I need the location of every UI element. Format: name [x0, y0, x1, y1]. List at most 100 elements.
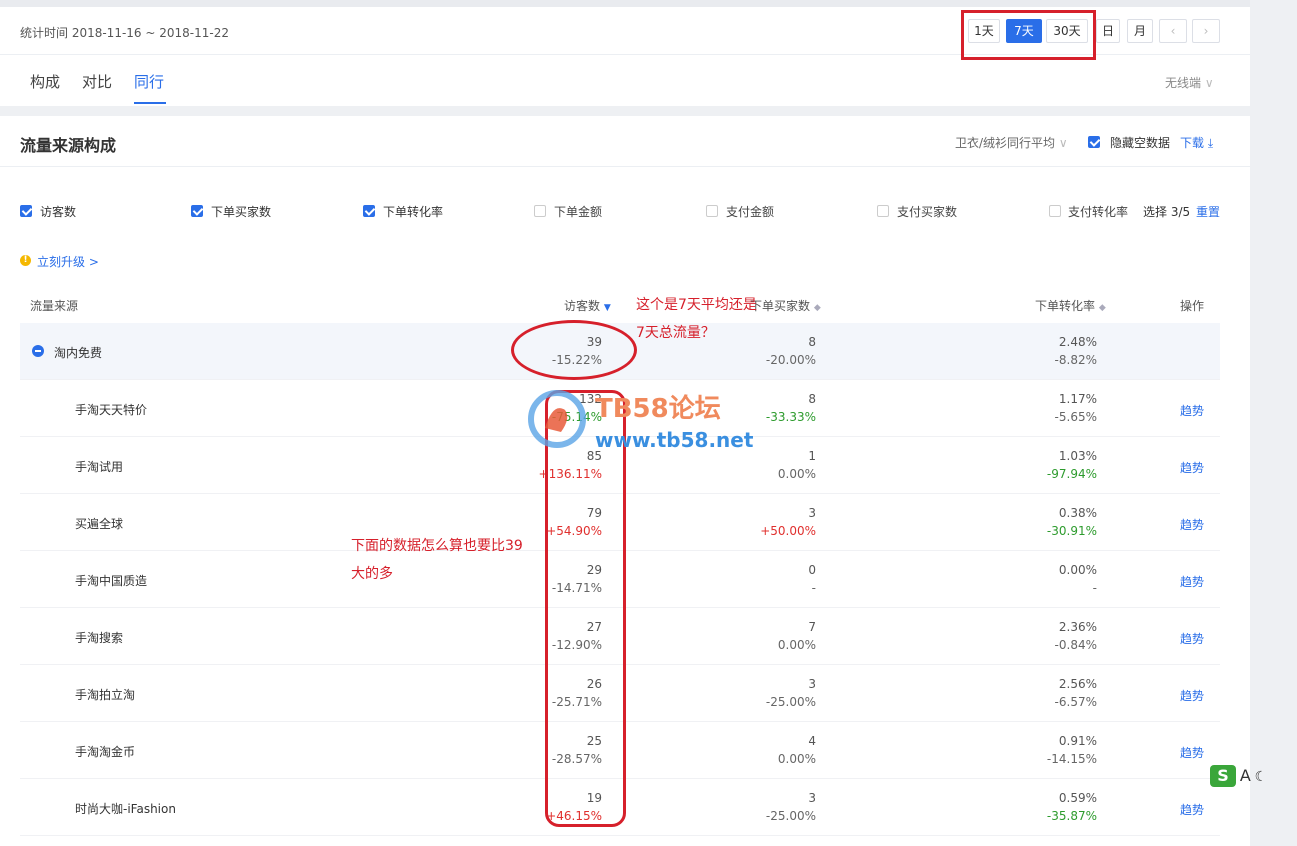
- conv-change: -97.94%: [1046, 467, 1097, 481]
- buyers-change: 0.00%: [777, 638, 816, 652]
- trend-link[interactable]: 趋势: [1180, 630, 1204, 647]
- conv-value: 0.59%: [1058, 791, 1097, 805]
- trend-link[interactable]: 趋势: [1180, 801, 1204, 818]
- annotation-ellipse: [511, 320, 637, 380]
- conv-change: -: [1092, 581, 1097, 595]
- conv-value: 0.91%: [1058, 734, 1097, 748]
- row-name: 手淘拍立淘: [75, 688, 136, 702]
- chevron-down-icon: ∨: [1204, 76, 1214, 90]
- metric-amount-checkbox[interactable]: [534, 205, 546, 217]
- tab-compare[interactable]: 对比: [82, 71, 112, 92]
- metric-label: 下单转化率: [383, 205, 444, 219]
- row-name: 时尚大咖-iFashion: [75, 802, 176, 816]
- metric-pay-conv-checkbox[interactable]: [1049, 205, 1061, 217]
- col-header-buyers-label: 下单买家数: [750, 299, 811, 313]
- ime-toolbar[interactable]: S A ☾: [1210, 765, 1267, 787]
- upgrade-link[interactable]: 立刻升级 >: [37, 253, 99, 270]
- conv-value: 0.00%: [1058, 563, 1097, 577]
- annotation-question: 这个是7天平均还是 7天总流量？: [636, 291, 757, 347]
- annotation-line: 下面的数据怎么算也要比39: [351, 538, 523, 554]
- trend-link[interactable]: 趋势: [1180, 573, 1204, 590]
- conv-change: -5.65%: [1054, 410, 1097, 424]
- conv-value: 0.38%: [1058, 506, 1097, 520]
- conv-change: -0.84%: [1054, 638, 1097, 652]
- annotation-line: 大的多: [351, 566, 393, 582]
- col-header-buyers[interactable]: 下单买家数 ◆: [750, 297, 821, 314]
- device-label: 无线端: [1165, 76, 1202, 90]
- buyers-change: 0.00%: [777, 752, 816, 766]
- watermark-title: TB58论坛: [595, 394, 721, 424]
- download-link[interactable]: 下载 ⤓: [1180, 134, 1213, 151]
- trend-link[interactable]: 趋势: [1180, 516, 1204, 533]
- section-title: 流量来源构成: [20, 136, 117, 155]
- buyers-change: -25.00%: [765, 695, 816, 709]
- hide-empty-checkbox[interactable]: [1088, 136, 1100, 148]
- watermark-logo-icon: [528, 390, 586, 448]
- chevron-down-icon: ∨: [1058, 136, 1068, 150]
- col-header-conv[interactable]: 下单转化率 ◆: [1035, 297, 1106, 314]
- annotation-period-box: [961, 10, 1096, 60]
- metric-conv-checkbox[interactable]: [363, 205, 375, 217]
- buyers-value: 0: [808, 563, 816, 577]
- buyers-change: 0.00%: [777, 467, 816, 481]
- trend-link[interactable]: 趋势: [1180, 402, 1204, 419]
- download-icon: ⤓: [1207, 136, 1214, 150]
- metric-label: 支付买家数: [897, 205, 958, 219]
- conv-value: 2.56%: [1058, 677, 1097, 691]
- conv-change: -6.57%: [1054, 695, 1097, 709]
- buyers-value: 3: [808, 677, 816, 691]
- conv-value: 1.03%: [1058, 449, 1097, 463]
- tab-peers[interactable]: 同行: [134, 71, 164, 92]
- peer-avg-select[interactable]: 卫衣/绒衫同行平均 ∨: [955, 134, 1068, 151]
- device-select[interactable]: 无线端 ∨: [1165, 74, 1214, 91]
- metric-label: 支付转化率: [1068, 205, 1129, 219]
- buyers-change: +50.00%: [760, 524, 816, 538]
- collapse-icon[interactable]: [32, 345, 44, 357]
- row-name: 淘内免费: [54, 346, 103, 360]
- col-header-source: 流量来源: [30, 299, 79, 313]
- sort-icon: ◆: [1098, 303, 1106, 313]
- annotation-note: 下面的数据怎么算也要比39 大的多: [351, 532, 523, 588]
- annotation-line: 这个是7天平均还是: [636, 297, 757, 313]
- trend-link[interactable]: 趋势: [1180, 744, 1204, 761]
- conv-change: -35.87%: [1046, 809, 1097, 823]
- metric-label: 支付金额: [726, 205, 775, 219]
- buyers-value: 4: [808, 734, 816, 748]
- col-header-conv-label: 下单转化率: [1035, 299, 1096, 313]
- sort-icon: ◆: [813, 303, 821, 313]
- metric-pay-buyers-checkbox[interactable]: [877, 205, 889, 217]
- row-name: 手淘淘金币: [75, 745, 136, 759]
- unit-day-button[interactable]: 日: [1096, 19, 1120, 43]
- reset-link[interactable]: 重置: [1196, 203, 1220, 220]
- unit-month-button[interactable]: 月: [1127, 19, 1153, 43]
- moon-icon: ☾: [1254, 769, 1268, 785]
- buyers-change: -20.00%: [765, 353, 816, 367]
- buyers-change: -: [811, 581, 816, 595]
- metric-label: 下单金额: [554, 205, 603, 219]
- metric-buyers-checkbox[interactable]: [191, 205, 203, 217]
- active-tab-indicator: [134, 102, 166, 104]
- buyers-value: 3: [808, 791, 816, 805]
- row-name: 手淘试用: [75, 460, 124, 474]
- col-header-visitors[interactable]: 访客数 ▼: [564, 297, 611, 314]
- row-name: 买遍全球: [75, 517, 124, 531]
- metric-visitors-checkbox[interactable]: [20, 205, 32, 217]
- conv-value: 2.36%: [1058, 620, 1097, 634]
- metric-pay-amount-checkbox[interactable]: [706, 205, 718, 217]
- ime-mode: A: [1239, 766, 1251, 785]
- conv-change: -8.82%: [1054, 353, 1097, 367]
- prev-arrow-icon[interactable]: ‹: [1159, 19, 1187, 43]
- buyers-change: -25.00%: [765, 809, 816, 823]
- next-arrow-icon[interactable]: ›: [1192, 19, 1220, 43]
- annotation-column-box: [545, 390, 626, 827]
- tab-composition[interactable]: 构成: [30, 71, 60, 92]
- trend-link[interactable]: 趋势: [1180, 687, 1204, 704]
- row-name: 手淘天天特价: [75, 403, 148, 417]
- select-count: 选择 3/5: [1143, 205, 1191, 219]
- row-name: 手淘中国质造: [75, 574, 148, 588]
- metric-label: 下单买家数: [211, 205, 272, 219]
- divider: [0, 166, 1250, 167]
- trend-link[interactable]: 趋势: [1180, 459, 1204, 476]
- ime-logo-icon: S: [1210, 765, 1236, 787]
- conv-value: 2.48%: [1058, 335, 1097, 349]
